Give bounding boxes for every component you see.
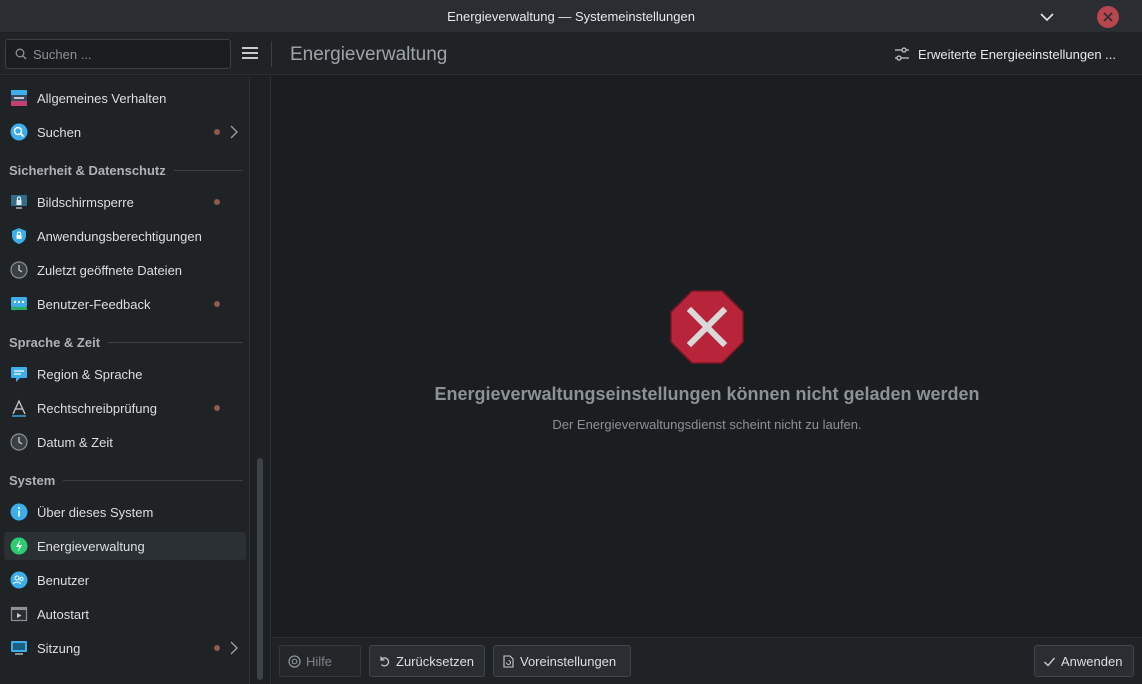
apply-label: Anwenden: [1061, 653, 1123, 669]
apply-button[interactable]: Anwenden: [1034, 645, 1134, 677]
sidebar-item-benutzer[interactable]: Benutzer: [4, 566, 246, 594]
region-icon: [11, 367, 27, 382]
sidebar-item-label: Bildschirmsperre: [37, 195, 134, 210]
sliders-icon: [895, 47, 909, 61]
section-header-system: System: [9, 471, 243, 489]
section-header-language-time: Sprache & Zeit: [9, 333, 243, 351]
sidebar-item-label: Zuletzt geöffnete Dateien: [37, 263, 183, 278]
modified-indicator: [214, 199, 220, 205]
sidebar-item-anwendungsberechtigungen[interactable]: Anwendungsberechtigungen: [4, 222, 246, 250]
sidebar-item-label: Autostart: [37, 607, 90, 622]
sidebar-item-label: Energieverwaltung: [37, 539, 145, 554]
error-icon: [670, 290, 744, 364]
sidebar-item-label: Über dieses System: [37, 505, 154, 520]
sidebar-item-label: Suchen: [37, 125, 82, 140]
defaults-button[interactable]: Voreinstellungen: [493, 645, 631, 677]
main-content: Energieverwaltungseinstellungen können n…: [272, 76, 1142, 637]
sidebar-item-suchen[interactable]: Suchen: [4, 118, 246, 146]
sidebar-item-benutzer-feedback[interactable]: Benutzer-Feedback: [4, 290, 246, 318]
window-title: Energieverwaltung — Systemeinstellungen: [447, 9, 695, 24]
sidebar-item-label: Benutzer-Feedback: [37, 297, 151, 312]
sidebar-item-energieverwaltung[interactable]: Energieverwaltung: [4, 532, 246, 560]
autostart-icon: [10, 606, 28, 622]
help-lifebuoy-icon: [288, 655, 301, 668]
close-icon: [1097, 6, 1119, 28]
shield-icon: [12, 228, 26, 244]
search-field[interactable]: [5, 39, 231, 69]
section-header-security: Sicherheit & Datenschutz: [9, 161, 243, 179]
spellcheck-icon: [12, 399, 26, 417]
modified-indicator: [214, 405, 220, 411]
sidebar-scrollbar-thumb[interactable]: [257, 458, 263, 680]
screen-lock-icon: [11, 195, 27, 209]
modified-indicator: [214, 301, 220, 307]
sidebar-item-ueber-dieses-system[interactable]: Über dieses System: [4, 498, 246, 526]
window-menu-button[interactable]: [1036, 6, 1058, 28]
defaults-label: Voreinstellungen: [520, 653, 617, 669]
sidebar-item-allgemeines-verhalten[interactable]: Allgemeines Verhalten: [4, 84, 246, 112]
sidebar-item-bildschirmsperre[interactable]: Bildschirmsperre: [4, 188, 246, 216]
help-button[interactable]: Hilfe: [279, 645, 361, 677]
document-icon: [503, 655, 514, 668]
sidebar-item-label: Anwendungsberechtigungen: [37, 229, 202, 244]
checkmark-icon: [1044, 657, 1056, 667]
sidebar-item-label: Rechtschreibprüfung: [37, 401, 157, 416]
sidebar-item-sitzung[interactable]: Sitzung: [4, 634, 246, 662]
general-behavior-icon: [11, 90, 27, 106]
header-bar: Energieverwaltung Erweiterte Energieeins…: [0, 33, 1142, 75]
sidebar-item-zuletzt-geoeffnete-dateien[interactable]: Zuletzt geöffnete Dateien: [4, 256, 246, 284]
sidebar-item-label: Sitzung: [37, 641, 81, 656]
reset-label: Zurücksetzen: [396, 653, 475, 669]
feedback-icon: [11, 297, 27, 311]
sidebar-item-datum-zeit[interactable]: Datum & Zeit: [4, 428, 246, 456]
hamburger-menu-button[interactable]: [240, 45, 260, 63]
clock-icon: [10, 433, 28, 451]
power-icon: [10, 537, 28, 555]
footer-bar: Hilfe Zurücksetzen Voreinstellungen Anwe…: [272, 637, 1142, 684]
reset-button[interactable]: Zurücksetzen: [369, 645, 485, 677]
modified-indicator: [214, 129, 220, 135]
search-icon: [15, 48, 27, 60]
error-message: Der Energieverwaltungsdienst scheint nic…: [552, 417, 862, 432]
help-label: Hilfe: [306, 653, 333, 669]
sidebar-item-autostart[interactable]: Autostart: [4, 600, 246, 628]
page-title: Energieverwaltung: [290, 44, 448, 65]
sidebar-item-label: Allgemeines Verhalten: [37, 91, 167, 106]
session-icon: [11, 641, 27, 655]
sidebar-item-label: Region & Sprache: [37, 367, 143, 382]
search-input[interactable]: [33, 40, 223, 68]
clock-icon: [10, 261, 28, 279]
info-icon: [10, 503, 28, 521]
sidebar-item-rechtschreibpruefung[interactable]: Rechtschreibprüfung: [4, 394, 246, 422]
users-icon: [10, 571, 28, 589]
chevron-right-icon: [230, 125, 238, 139]
modified-indicator: [214, 645, 220, 651]
chevron-right-icon: [230, 641, 238, 655]
advanced-power-settings-button[interactable]: Erweiterte Energieeinstellungen ...: [890, 40, 1124, 68]
advanced-power-settings-label: Erweiterte Energieeinstellungen ...: [918, 46, 1117, 62]
header-separator: [271, 41, 272, 67]
chevron-down-icon: [1040, 12, 1054, 21]
undo-icon: [380, 656, 390, 667]
error-title: Energieverwaltungseinstellungen können n…: [434, 384, 980, 404]
sidebar-scrollbar[interactable]: [250, 76, 271, 684]
sidebar: Allgemeines Verhalten Suchen Sicherheit …: [0, 76, 250, 684]
close-window-button[interactable]: [1097, 6, 1119, 28]
sidebar-item-label: Benutzer: [37, 573, 90, 588]
title-bar: Energieverwaltung — Systemeinstellungen: [0, 0, 1142, 33]
sidebar-item-label: Datum & Zeit: [37, 435, 113, 450]
search-icon: [10, 123, 28, 141]
sidebar-item-region-sprache[interactable]: Region & Sprache: [4, 360, 246, 388]
